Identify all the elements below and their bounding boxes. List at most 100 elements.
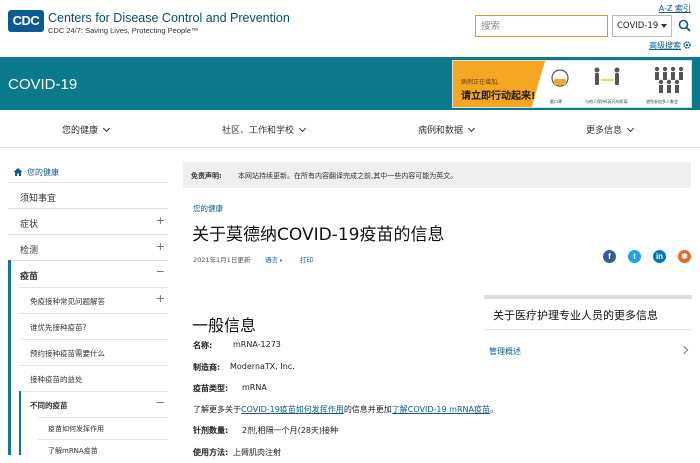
- disclaimer-label: 免责声明:: [191, 172, 222, 180]
- sidebar-sub-label: 谁优先接种疫苗?: [30, 323, 87, 332]
- sidebar-home-label: 您的健康: [27, 168, 59, 177]
- sidebar-item-label: 检测: [20, 246, 39, 256]
- nav-more-info[interactable]: 更多信息: [586, 123, 635, 136]
- plus-icon[interactable]: +: [156, 240, 165, 253]
- disclaimer-text: 本网站持续更新。在所有内容翻译完成之前,其中一些内容可能为英文。: [238, 172, 458, 180]
- how-vaccines-work-link[interactable]: COVID-19疫苗如何发挥作用: [241, 405, 344, 414]
- twitter-icon[interactable]: t: [628, 250, 641, 263]
- nav-community-work-school[interactable]: 社区、工作和学校: [222, 123, 307, 136]
- minus-icon[interactable]: −: [156, 396, 165, 409]
- updated-date: 2021年1月1日更新: [193, 256, 251, 264]
- learn-prefix: 了解更多关于: [193, 405, 241, 414]
- print-link[interactable]: 打印: [300, 254, 313, 264]
- chevron-down-icon: [298, 124, 307, 133]
- admin-overview-link[interactable]: 管理概述: [489, 346, 521, 357]
- sidebar-sub-label: 预约接种疫苗需要什么: [30, 349, 105, 358]
- main-nav: 您的健康 社区、工作和学校 病例和数据 更多信息: [0, 110, 700, 148]
- disclaimer-banner: 免责声明: 本网站持续更新。在所有内容翻译完成之前,其中一些内容可能为英文。: [183, 162, 691, 188]
- banner-title[interactable]: COVID-19: [8, 76, 77, 93]
- hcp-info-box: 关于医疗护理专业人员的更多信息 管理概述: [484, 295, 692, 370]
- sidebar-sub2-mrna[interactable]: 了解mRNA疫苗: [38, 439, 168, 461]
- chevron-down-icon: [626, 124, 635, 133]
- promo-headline: 请立即行动起来!: [461, 91, 536, 102]
- sidebar-item-label: 须知事宜: [20, 194, 57, 204]
- section-title: 一般信息: [192, 316, 257, 335]
- caret-down-icon: [661, 24, 667, 28]
- home-icon: [13, 168, 23, 176]
- sidebar-sub-label: 免疫接种常见问题解答: [30, 297, 105, 306]
- chevron-right-icon[interactable]: [679, 345, 689, 355]
- fact-name: 名称: mRNA-1273: [193, 340, 281, 351]
- language-menu[interactable]: 语言 ▾: [265, 254, 282, 264]
- fact-doses: 针剂数量: 2剂,相隔一个月(28天)接种: [193, 425, 338, 436]
- prevention-icons: [551, 66, 684, 93]
- nav-cases-data[interactable]: 病例和数据: [418, 123, 476, 136]
- org-tagline: CDC 24/7: Saving Lives, Protecting Peopl…: [48, 26, 199, 35]
- page-title: 关于莫德纳COVID-19疫苗的信息: [192, 225, 445, 245]
- crowd-icon: [654, 66, 684, 93]
- act-now-promo[interactable]: 病例正在增加, 请立即行动起来! 戴口罩 与他人保持6英尺的距离 避免参加多人聚…: [452, 60, 692, 108]
- cdc-logo[interactable]: CDC: [8, 10, 44, 32]
- syndicate-icon[interactable]: ✱: [678, 250, 691, 263]
- sidebar-sub-different-vaccines[interactable]: 不同的疫苗 −: [19, 391, 168, 417]
- az-index-link[interactable]: A-Z 索引: [659, 3, 691, 14]
- learn-mid: 的信息并更加: [343, 405, 392, 414]
- language-label: 语言: [265, 256, 278, 264]
- plus-icon[interactable]: +: [156, 214, 165, 227]
- nav-label: 社区、工作和学校: [222, 126, 295, 136]
- facebook-icon[interactable]: f: [603, 250, 616, 263]
- chevron-down-icon: [467, 124, 476, 133]
- promo-small-text: 病例正在增加,: [461, 79, 499, 86]
- learn-more-line: 了解更多关于COVID-19疫苗如何发挥作用的信息并更加了解COVID-19 m…: [193, 404, 498, 415]
- promo-caption-mask: 戴口罩: [550, 99, 562, 104]
- sidebar-item-testing[interactable]: 检测 +: [8, 234, 168, 260]
- linkedin-icon[interactable]: in: [653, 250, 666, 263]
- search-input[interactable]: [475, 15, 608, 37]
- sidebar-item-need-to-know[interactable]: 须知事宜: [8, 182, 168, 208]
- search-scope-select[interactable]: COVID-19: [612, 15, 672, 37]
- hcp-box-title: 关于医疗护理专业人员的更多信息: [493, 309, 658, 322]
- org-name[interactable]: Centers for Disease Control and Preventi…: [48, 11, 290, 25]
- fact-value: 上臂肌肉注射: [233, 448, 281, 457]
- active-section-indicator: [8, 260, 11, 455]
- sidebar-sub2-label: 了解mRNA疫苗: [48, 447, 98, 455]
- sidebar-sub-who-first[interactable]: 谁优先接种疫苗?: [19, 313, 168, 339]
- sidebar-item-vaccines[interactable]: 疫苗 −: [8, 260, 168, 287]
- fact-value: mRNA-1273: [233, 340, 281, 349]
- nav-your-health[interactable]: 您的健康: [62, 123, 111, 136]
- sidebar-sub-benefits[interactable]: 接种疫苗的益处: [19, 365, 168, 391]
- fact-manufacturer: 制造商: ModernaTX, Inc.: [193, 362, 295, 373]
- search-scope-value: COVID-19: [617, 21, 659, 31]
- fact-label: 使用方法:: [193, 448, 229, 457]
- sidebar-sub2-how-vaccines-work[interactable]: 疫苗如何发挥作用: [38, 417, 168, 439]
- sidebar-sub-vaccine-faq[interactable]: 免疫接种常见问题解答 +: [19, 287, 168, 313]
- fact-label: 疫苗类型:: [193, 384, 229, 393]
- advanced-search-link[interactable]: 高级搜索: [649, 40, 681, 51]
- gear-icon[interactable]: [682, 40, 692, 50]
- sidebar-item-label: 疫苗: [20, 272, 39, 282]
- promo-caption-distance: 与他人保持6英尺的距离: [585, 99, 628, 104]
- fact-value: ModernaTX, Inc.: [230, 362, 295, 371]
- divider: [484, 329, 692, 330]
- breadcrumb[interactable]: 您的健康: [193, 203, 223, 214]
- site-header: CDC Centers for Disease Control and Prev…: [0, 0, 700, 57]
- sidebar-item-symptoms[interactable]: 症状 +: [8, 208, 168, 234]
- nav-label: 更多信息: [586, 126, 623, 136]
- nav-label: 病例和数据: [418, 126, 464, 136]
- search-button[interactable]: [676, 15, 694, 37]
- fact-label: 针剂数量:: [193, 426, 229, 435]
- minus-icon[interactable]: −: [156, 265, 165, 278]
- sidebar-sub-label: 接种疫苗的益处: [30, 375, 83, 384]
- plus-icon[interactable]: +: [156, 292, 165, 305]
- nav-label: 您的健康: [62, 126, 99, 136]
- fact-usage: 使用方法: 上臂肌肉注射: [193, 447, 281, 458]
- sidebar-sub-label: 不同的疫苗: [30, 401, 68, 410]
- promo-caption-crowd: 避免参加多人聚会: [646, 99, 678, 104]
- fact-value: mRNA: [242, 383, 267, 392]
- fact-vaccine-type: 疫苗类型: mRNA: [193, 383, 267, 394]
- mrna-vaccines-link[interactable]: 了解COVID-19 mRNA疫苗: [392, 405, 490, 414]
- search-icon: [678, 19, 691, 32]
- learn-suffix: 。: [489, 405, 498, 414]
- active-subsection-indicator: [19, 391, 21, 455]
- sidebar-sub-appointment[interactable]: 预约接种疫苗需要什么: [19, 339, 168, 365]
